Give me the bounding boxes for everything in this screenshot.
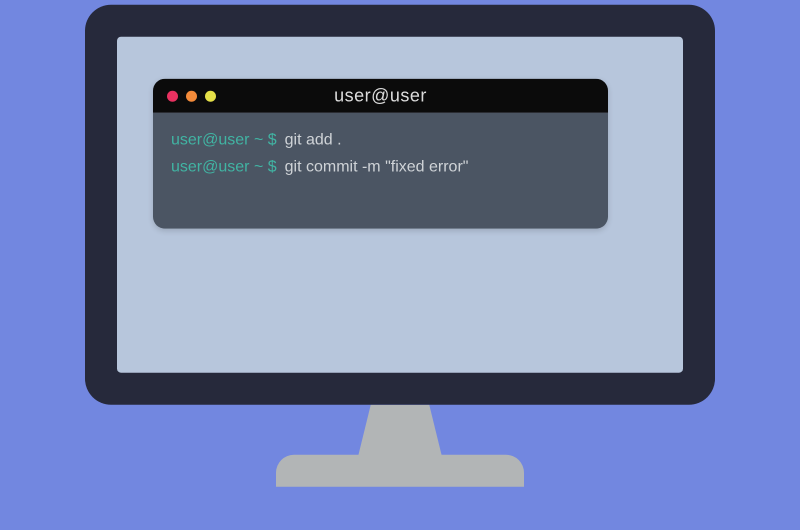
computer-monitor: user@user user@user ~ $ git add . user@u…: [85, 5, 715, 487]
shell-prompt: user@user ~ $: [171, 154, 277, 181]
window-controls: [153, 90, 216, 101]
shell-command: git commit -m "fixed error": [285, 154, 469, 181]
close-icon[interactable]: [167, 90, 178, 101]
minimize-icon[interactable]: [186, 90, 197, 101]
terminal-line: user@user ~ $ git commit -m "fixed error…: [171, 154, 590, 181]
terminal-body[interactable]: user@user ~ $ git add . user@user ~ $ gi…: [153, 113, 608, 229]
shell-command: git add .: [285, 127, 342, 154]
terminal-title: user@user: [334, 85, 427, 106]
terminal-line: user@user ~ $ git add .: [171, 127, 590, 154]
maximize-icon[interactable]: [205, 90, 216, 101]
shell-prompt: user@user ~ $: [171, 127, 277, 154]
monitor-bezel: user@user user@user ~ $ git add . user@u…: [85, 5, 715, 405]
terminal-titlebar[interactable]: user@user: [153, 79, 608, 113]
monitor-screen: user@user user@user ~ $ git add . user@u…: [117, 37, 683, 373]
terminal-window: user@user user@user ~ $ git add . user@u…: [153, 79, 608, 229]
monitor-stand-neck: [357, 405, 443, 461]
